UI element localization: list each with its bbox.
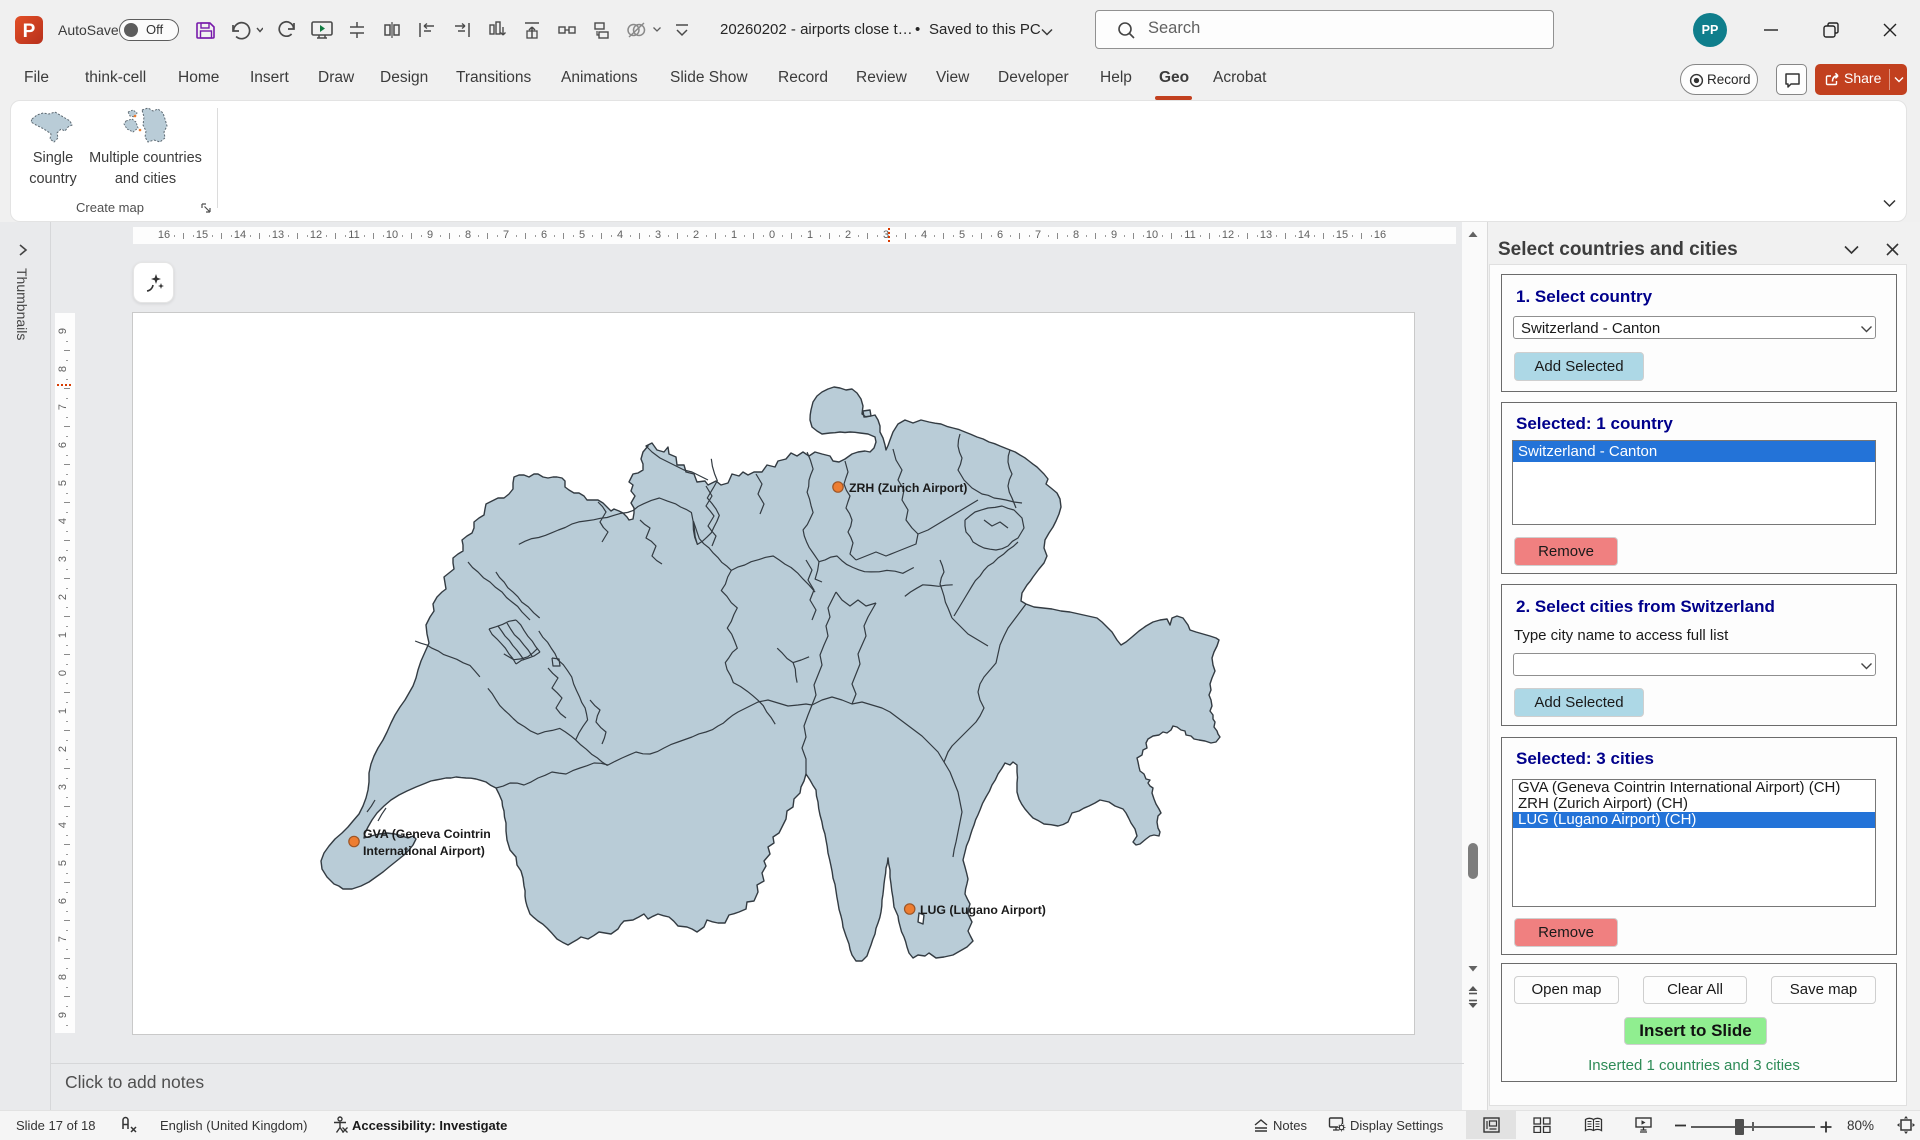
svg-text:ZRH (Zurich Airport): ZRH (Zurich Airport) xyxy=(849,481,967,495)
svg-text:P: P xyxy=(23,21,36,42)
svg-text:GVA (Geneva Cointrin: GVA (Geneva Cointrin xyxy=(363,827,491,841)
svg-text:LUG (Lugano Airport): LUG (Lugano Airport) xyxy=(920,903,1046,917)
svg-text:International Airport): International Airport) xyxy=(363,844,485,858)
